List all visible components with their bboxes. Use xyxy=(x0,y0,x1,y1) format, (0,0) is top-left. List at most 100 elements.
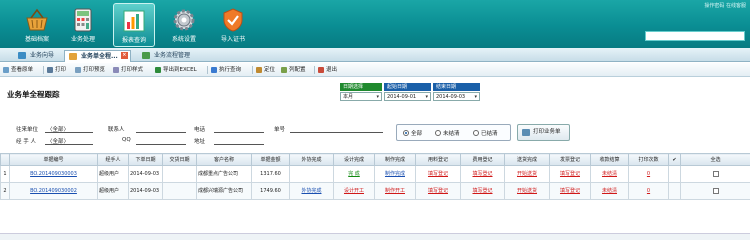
make-link[interactable]: 制作完成 xyxy=(385,171,405,177)
deliver-link[interactable]: 开始送货 xyxy=(517,171,537,177)
col-select-all[interactable]: 全选 xyxy=(680,153,750,166)
outsource-link[interactable]: 外协完成 xyxy=(301,188,321,194)
make-cell[interactable]: 制作完成 xyxy=(374,165,416,183)
run-query-button[interactable]: 执行查询 xyxy=(210,65,241,75)
col-invoice[interactable]: 发票登记 xyxy=(549,153,591,166)
cost-cell[interactable]: 填写登记 xyxy=(460,165,505,183)
outsource-cell[interactable] xyxy=(289,165,334,183)
outsource-cell[interactable]: 外协完成 xyxy=(289,182,334,200)
select-cell[interactable] xyxy=(680,182,750,200)
material-link[interactable]: 填写登记 xyxy=(428,188,448,194)
col-design[interactable]: 设计完成 xyxy=(333,153,375,166)
radio-unsettled[interactable]: 未结清 xyxy=(435,129,460,137)
column-config-button[interactable]: 列配置 xyxy=(280,65,306,75)
make-cell[interactable]: 制作开工 xyxy=(374,182,416,200)
col-customer[interactable]: 客户名称 xyxy=(196,153,252,166)
material-link[interactable]: 填写登记 xyxy=(428,171,448,177)
locate-button[interactable]: 定位 xyxy=(255,65,275,75)
col-handler[interactable]: 经手人 xyxy=(97,153,129,166)
design-link[interactable]: 完 成 xyxy=(348,171,360,177)
print-style-button[interactable]: 打印样式 xyxy=(112,65,143,75)
col-material[interactable]: 用料登记 xyxy=(415,153,461,166)
col-order-date[interactable]: 下单日期 xyxy=(128,153,163,166)
export-excel-button[interactable]: 导出到EXCEL xyxy=(154,65,197,75)
cost-link[interactable]: 填写登记 xyxy=(472,171,492,177)
row-checkbox[interactable] xyxy=(712,170,719,177)
nav-import-cert[interactable]: 导入证书 xyxy=(212,3,254,47)
locate-icon xyxy=(256,67,262,73)
start-date-picker[interactable]: 2014-09-01 ▾ xyxy=(384,92,431,101)
payment-link[interactable]: 未结清 xyxy=(602,188,617,194)
material-cell[interactable]: 填写登记 xyxy=(415,165,461,183)
col-payment[interactable]: 收款结算 xyxy=(590,153,629,166)
make-link[interactable]: 制作开工 xyxy=(385,188,405,194)
invoice-link[interactable]: 填写登记 xyxy=(560,188,580,194)
col-delivery-date[interactable]: 交货日期 xyxy=(162,153,197,166)
design-cell[interactable]: 完 成 xyxy=(333,165,375,183)
invoice-link[interactable]: 填写登记 xyxy=(560,171,580,177)
select-cell[interactable] xyxy=(680,165,750,183)
order-no-cell[interactable]: BO.201409030003 xyxy=(9,165,98,183)
invoice-cell[interactable]: 填写登记 xyxy=(549,182,591,200)
nav-reports[interactable]: 报表查询 xyxy=(113,3,155,47)
col-make[interactable]: 制作完成 xyxy=(374,153,416,166)
nav-basic-files[interactable]: 基础档案 xyxy=(16,3,58,47)
table-row[interactable]: 2 BO.201409030002 超级用户 2014-09-03 成都兴瑞源广… xyxy=(0,182,750,200)
payment-cell[interactable]: 未结清 xyxy=(590,165,629,183)
print-count-link[interactable]: 0 xyxy=(647,171,650,177)
nav-settings[interactable]: 系统设置 xyxy=(163,3,205,47)
print-count-link[interactable]: 0 xyxy=(647,188,650,194)
print-count-cell[interactable]: 0 xyxy=(628,165,669,183)
cost-cell[interactable]: 填写登记 xyxy=(460,182,505,200)
qq-field[interactable] xyxy=(136,144,186,145)
radio-settled[interactable]: 已结清 xyxy=(473,129,498,137)
col-print-count[interactable]: 打印次数 xyxy=(628,153,669,166)
print-button[interactable]: 打印 xyxy=(46,65,66,75)
design-cell[interactable]: 设计开工 xyxy=(333,182,375,200)
invoice-cell[interactable]: 填写登记 xyxy=(549,165,591,183)
tab-workflow[interactable]: 业务流程管理 xyxy=(138,50,194,62)
radio-all[interactable]: 全部 xyxy=(403,129,422,137)
deliver-cell[interactable]: 开始送货 xyxy=(504,165,550,183)
tab-guide[interactable]: 业务向导 xyxy=(14,50,58,62)
row-checkbox[interactable] xyxy=(712,187,719,194)
order-no-cell[interactable]: BO.201409030002 xyxy=(9,182,98,200)
material-cell[interactable]: 填写登记 xyxy=(415,182,461,200)
tab-order-tracking[interactable]: 业务单全程... × xyxy=(64,50,131,62)
col-deliver[interactable]: 送货完成 xyxy=(504,153,550,166)
print-order-button[interactable]: 打印业务单 xyxy=(517,124,570,141)
payment-link[interactable]: 未结清 xyxy=(602,171,617,177)
date-select-group: 日期选择 本月 ▾ xyxy=(340,83,382,107)
deliver-cell[interactable]: 开始送货 xyxy=(504,182,550,200)
address-field[interactable] xyxy=(214,144,264,145)
top-links[interactable]: 操作密码 在线客服 xyxy=(704,2,746,9)
order-date-cell: 2014-09-03 xyxy=(128,182,163,200)
date-select-dropdown[interactable]: 本月 ▾ xyxy=(340,92,382,101)
top-search-input[interactable] xyxy=(645,31,745,41)
exit-button[interactable]: 退出 xyxy=(317,65,337,75)
order-no-link[interactable]: BO.201409030002 xyxy=(30,188,77,194)
contact-field[interactable] xyxy=(136,132,186,133)
phone-field[interactable] xyxy=(214,132,264,133)
address-label: 地址 xyxy=(194,139,206,145)
col-outsource[interactable]: 外协完成 xyxy=(289,153,334,166)
col-order-no[interactable]: 单据编号 xyxy=(9,153,98,166)
cost-link[interactable]: 填写登记 xyxy=(472,188,492,194)
close-icon[interactable]: × xyxy=(120,52,128,59)
nav-business[interactable]: 业务处理 xyxy=(62,3,104,47)
col-amount[interactable]: 单据金额 xyxy=(251,153,290,166)
view-original-button[interactable]: 查看原单 xyxy=(2,65,33,75)
end-date-picker[interactable]: 2014-09-03 ▾ xyxy=(433,92,480,101)
horizontal-scrollbar[interactable] xyxy=(0,233,750,240)
number-field[interactable] xyxy=(290,132,383,133)
col-cost[interactable]: 费用登记 xyxy=(460,153,505,166)
deliver-link[interactable]: 开始送货 xyxy=(517,188,537,194)
divider xyxy=(207,66,208,74)
print-preview-button[interactable]: 打印预览 xyxy=(74,65,105,75)
table-row[interactable]: 1 BO.201409030003 超级用户 2014-09-03 成都重点广告… xyxy=(0,165,750,183)
order-no-link[interactable]: BO.201409030003 xyxy=(30,171,77,177)
customer-label: 往来单位 xyxy=(16,127,39,133)
print-count-cell[interactable]: 0 xyxy=(628,182,669,200)
payment-cell[interactable]: 未结清 xyxy=(590,182,629,200)
design-link[interactable]: 设计开工 xyxy=(344,188,364,194)
